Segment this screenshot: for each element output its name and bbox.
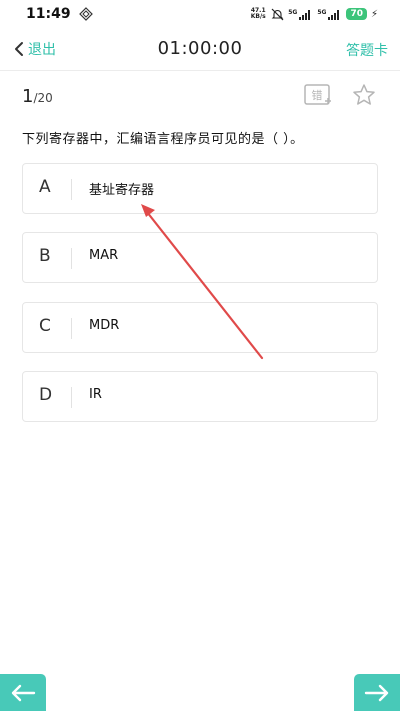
next-question-button[interactable] [354,674,400,711]
arrow-left-icon [11,684,36,701]
option-letter: A [39,177,51,197]
status-left: 11:49 [26,6,93,22]
signal-2: 5G [317,9,342,20]
battery-indicator: 70 [346,8,367,20]
status-right: 47.1 KB/s 5G 5G 70 ⚡ [249,8,378,21]
error-book-icon: 错 [304,84,331,105]
error-book-label: 错 [312,88,323,102]
option-text: IR [89,387,102,402]
arrow-right-icon [364,684,389,701]
signal-1-icon [299,9,311,20]
signal-1: 5G [288,9,313,20]
signal-2-icon [328,9,340,20]
charging-icon: ⚡ [370,8,378,20]
option-text: MAR [89,248,119,263]
top-nav-bar: 退出 01:00:00 答题卡 [0,28,400,71]
favorite-button[interactable] [352,83,376,111]
clock: 11:49 [26,6,71,22]
option-divider [71,179,72,200]
net-speed: 47.1 KB/s [249,8,267,20]
exam-timer: 01:00:00 [157,38,243,59]
option-letter: C [39,316,51,336]
status-bar: 11:49 47.1 KB/s 5G 5G 70 ⚡ [0,0,400,28]
annotation-arrow [141,204,264,360]
option-a[interactable]: A 基址寄存器 [22,163,378,214]
option-text: MDR [89,318,120,333]
mute-bell-icon [271,8,284,20]
option-letter: B [39,246,51,266]
option-letter: D [39,385,53,405]
net-speed-unit: KB/s [250,13,266,20]
star-icon [353,84,375,105]
signal-2-label: 5G [317,8,327,16]
option-divider [71,387,72,408]
option-text: 基址寄存器 [89,183,155,198]
question-text: 下列寄存器中，汇编语言程序员可见的是（ ）。 [22,132,304,147]
option-d[interactable]: D IR [22,371,378,422]
answer-card-button[interactable]: 答题卡 [346,40,388,60]
total-questions: /20 [33,91,53,105]
previous-question-button[interactable] [0,674,46,711]
option-c[interactable]: C MDR [22,302,378,353]
current-question-number: 1 [22,86,34,107]
option-b[interactable]: B MAR [22,232,378,283]
error-book-button[interactable]: 错 [304,83,332,111]
option-divider [71,248,72,269]
signal-1-label: 5G [288,8,298,16]
option-divider [71,318,72,339]
question-progress: 1/20 [22,86,53,107]
notification-icon [78,7,93,21]
